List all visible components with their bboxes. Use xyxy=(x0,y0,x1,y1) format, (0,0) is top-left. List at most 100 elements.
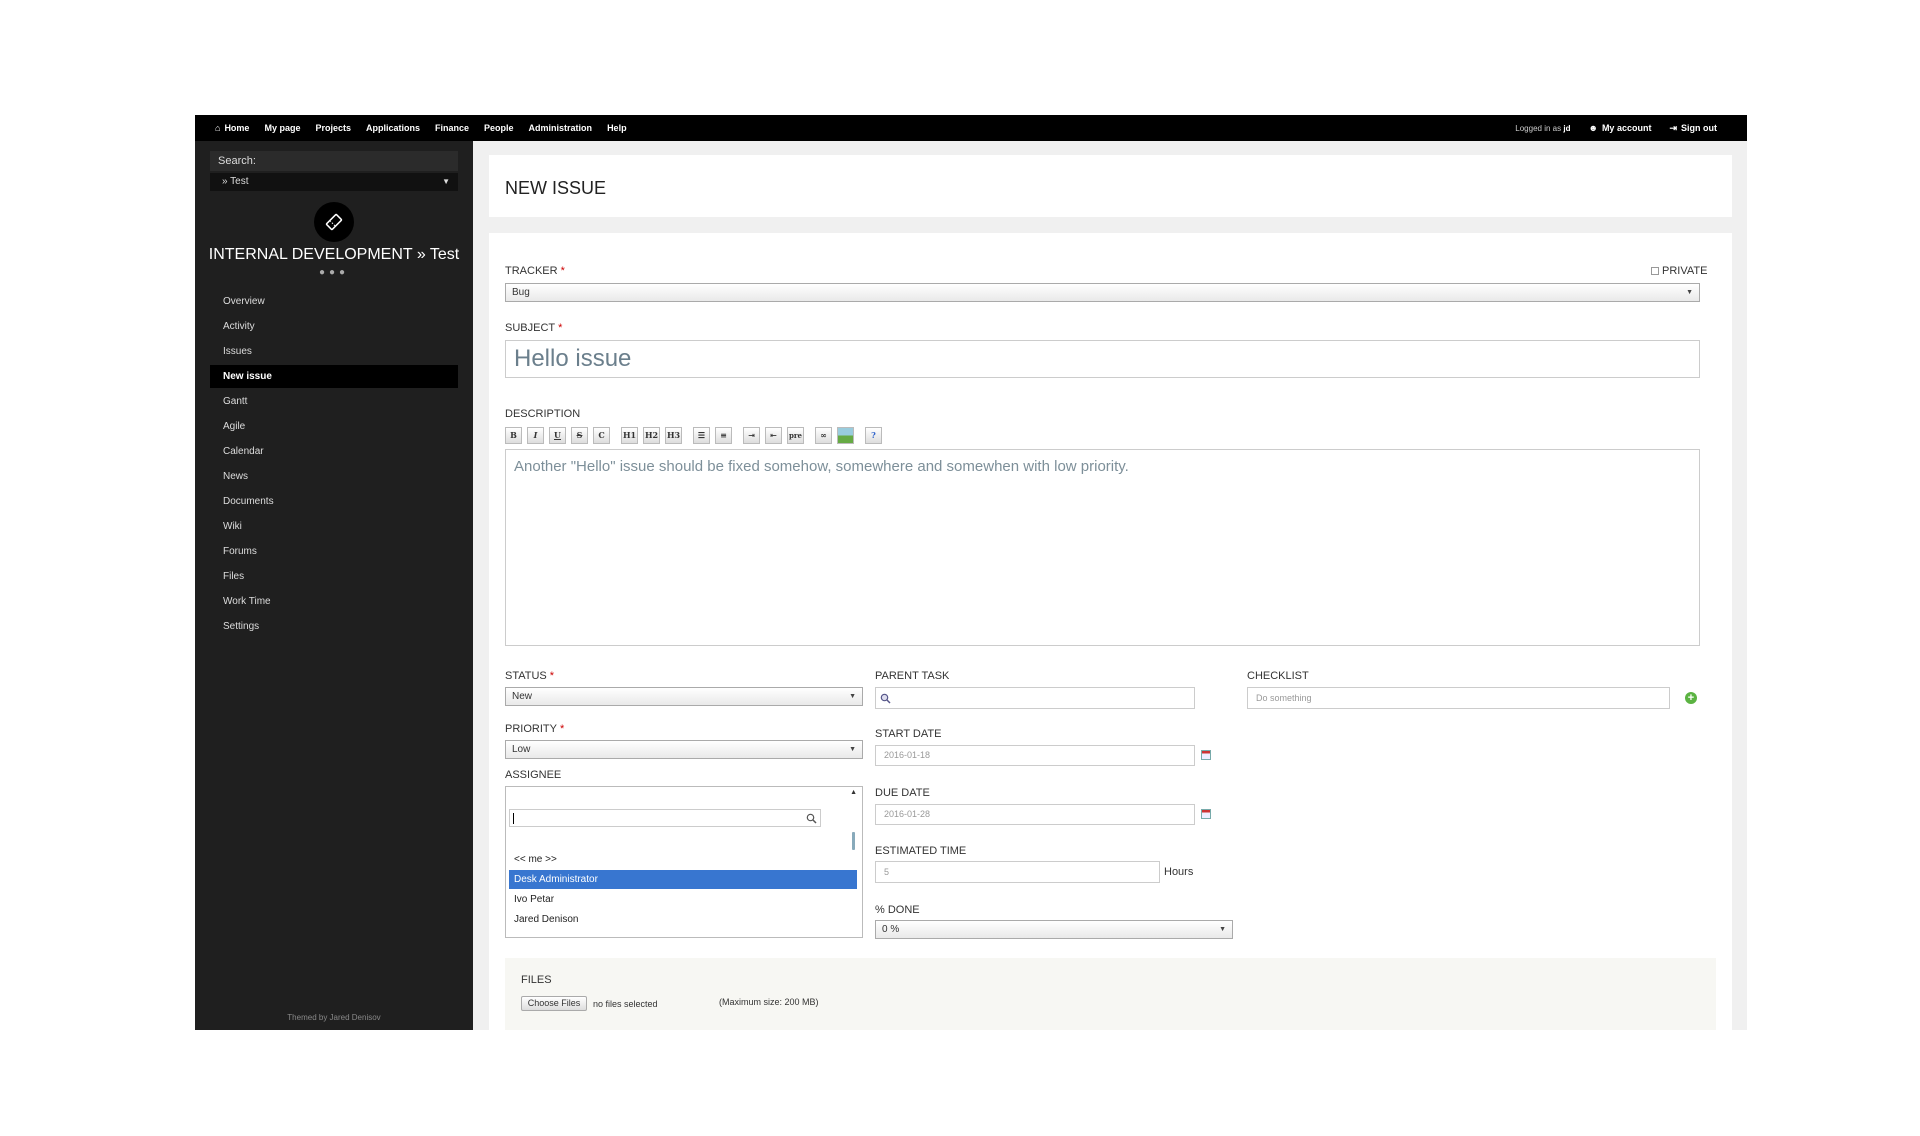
caret-down-icon: ▼ xyxy=(1219,926,1226,933)
parent-task-input[interactable] xyxy=(875,687,1195,709)
private-checkbox[interactable] xyxy=(1651,267,1659,275)
caret-down-icon: ▼ xyxy=(849,693,856,700)
title-panel: NEW ISSUE xyxy=(489,155,1732,217)
sidebar-item-documents[interactable]: Documents xyxy=(210,490,458,515)
heading1-button[interactable]: H1 xyxy=(621,427,638,444)
themed-by-footer: Themed by Jared Denisov xyxy=(287,1013,381,1022)
help-icon[interactable]: ? xyxy=(865,427,882,444)
italic-button[interactable]: I xyxy=(527,427,544,444)
sidebar-item-files[interactable]: Files xyxy=(210,565,458,590)
menu-applications[interactable]: Applications xyxy=(366,123,420,133)
my-account-link[interactable]: ☻ My account xyxy=(1588,123,1651,133)
link-icon[interactable]: ∞ xyxy=(815,427,832,444)
hours-label: Hours xyxy=(1164,866,1194,878)
strike-button[interactable]: S xyxy=(571,427,588,444)
assignee-option[interactable]: Jared Denison xyxy=(509,910,857,929)
sidebar-item-settings[interactable]: Settings xyxy=(210,615,458,640)
assignee-label: ASSIGNEE xyxy=(505,769,562,781)
user-icon: ☻ xyxy=(1588,123,1598,133)
choose-files-button[interactable]: Choose Files xyxy=(521,996,587,1011)
calendar-icon[interactable] xyxy=(1201,750,1211,760)
outdent-icon[interactable]: ⇤ xyxy=(765,427,782,444)
sidebar-item-activity[interactable]: Activity xyxy=(210,315,458,340)
underline-button[interactable]: U xyxy=(549,427,566,444)
sidebar-item-wiki[interactable]: Wiki xyxy=(210,515,458,540)
priority-select[interactable]: Low ▼ xyxy=(505,740,863,759)
tracker-select[interactable]: Bug ▼ xyxy=(505,283,1700,302)
add-checklist-item-icon[interactable]: + xyxy=(1685,692,1697,704)
private-checkbox-wrapper[interactable]: PRIVATE xyxy=(1651,265,1707,277)
text-cursor xyxy=(513,813,514,824)
files-section: FILES Choose Files no files selected (Ma… xyxy=(505,958,1716,1030)
search-icon xyxy=(880,693,891,704)
assignee-option[interactable]: << me >> xyxy=(509,850,857,869)
menu-help[interactable]: Help xyxy=(607,123,627,133)
project-jump-value: » Test xyxy=(222,176,249,187)
code-button[interactable]: C xyxy=(593,427,610,444)
done-ratio-select[interactable]: 0 % ▼ xyxy=(875,920,1233,939)
logged-in-status: Logged in as jd xyxy=(1515,124,1570,133)
status-label-text: STATUS xyxy=(505,670,547,682)
more-dots-icon[interactable]: ●●● xyxy=(195,267,473,278)
menu-administration[interactable]: Administration xyxy=(529,123,593,133)
menu-home-label: Home xyxy=(224,123,250,133)
status-label: STATUS * xyxy=(505,670,555,682)
sidebar-item-gantt[interactable]: Gantt xyxy=(210,390,458,415)
sign-out-link[interactable]: ⇥ Sign out xyxy=(1669,123,1717,134)
due-date-input[interactable]: 2016-01-28 xyxy=(875,804,1195,825)
status-select[interactable]: New ▼ xyxy=(505,687,863,706)
indent-icon[interactable]: ⇥ xyxy=(743,427,760,444)
caret-down-icon: ▼ xyxy=(1686,289,1693,296)
max-size-text: (Maximum size: 200 MB) xyxy=(719,997,819,1007)
project-jump-select[interactable]: » Test ▼ xyxy=(210,173,458,191)
estimated-time-input[interactable]: 5 xyxy=(875,861,1160,883)
sidebar-item-calendar[interactable]: Calendar xyxy=(210,440,458,465)
search-label: Search: xyxy=(210,151,458,171)
heading3-button[interactable]: H3 xyxy=(665,427,682,444)
project-logo xyxy=(314,202,354,242)
heading2-button[interactable]: H2 xyxy=(643,427,660,444)
priority-label-text: PRIORITY xyxy=(505,723,557,735)
home-icon: ⌂ xyxy=(215,123,221,133)
start-date-label: START DATE xyxy=(875,728,942,740)
tracker-label-text: TRACKER xyxy=(505,265,558,277)
start-date-input[interactable]: 2016-01-18 xyxy=(875,745,1195,766)
page-title: NEW ISSUE xyxy=(505,178,607,198)
menu-projects[interactable]: Projects xyxy=(315,123,351,133)
description-textarea[interactable]: Another "Hello" issue should be fixed so… xyxy=(505,449,1700,646)
image-icon[interactable] xyxy=(837,427,854,444)
sidebar-item-forums[interactable]: Forums xyxy=(210,540,458,565)
menu-people[interactable]: People xyxy=(484,123,514,133)
checklist-input[interactable]: Do something xyxy=(1247,687,1670,709)
assignee-scrollbar[interactable] xyxy=(852,832,855,850)
subject-label-text: SUBJECT xyxy=(505,322,556,334)
sidebar-item-new-issue[interactable]: New issue xyxy=(210,365,458,388)
sidebar-item-issues[interactable]: Issues xyxy=(210,340,458,365)
subject-input[interactable]: Hello issue xyxy=(505,340,1700,378)
sidebar-item-work-time[interactable]: Work Time xyxy=(210,590,458,615)
sidebar-item-overview[interactable]: Overview xyxy=(210,290,458,315)
assignee-search-input[interactable] xyxy=(509,809,821,827)
calendar-icon[interactable] xyxy=(1201,809,1211,819)
sidebar-item-agile[interactable]: Agile xyxy=(210,415,458,440)
logged-in-user[interactable]: jd xyxy=(1563,124,1570,133)
no-files-text: no files selected xyxy=(593,999,658,1009)
parent-task-label: PARENT TASK xyxy=(875,670,950,682)
done-ratio-value: 0 % xyxy=(882,924,900,935)
bold-button[interactable]: B xyxy=(505,427,522,444)
assignee-option[interactable]: Ivo Petar xyxy=(509,890,857,909)
tracker-value: Bug xyxy=(512,287,530,298)
preformatted-button[interactable]: pre xyxy=(787,427,804,444)
project-menu: Overview Activity Issues New issue Gantt… xyxy=(210,290,458,640)
assignee-dropdown[interactable]: ▲ << me >> Desk Administrator Ivo Petar … xyxy=(505,786,863,938)
numbered-list-icon[interactable]: ≡ xyxy=(715,427,732,444)
priority-value: Low xyxy=(512,744,531,755)
bulleted-list-icon[interactable]: ☰ xyxy=(693,427,710,444)
logged-in-prefix: Logged in as xyxy=(1515,123,1562,133)
menu-home[interactable]: ⌂ Home xyxy=(215,123,249,133)
sidebar-item-news[interactable]: News xyxy=(210,465,458,490)
assignee-option-selected[interactable]: Desk Administrator xyxy=(509,870,857,889)
menu-finance[interactable]: Finance xyxy=(435,123,469,133)
sign-out-icon: ⇥ xyxy=(1669,122,1677,133)
menu-my-page[interactable]: My page xyxy=(264,123,300,133)
